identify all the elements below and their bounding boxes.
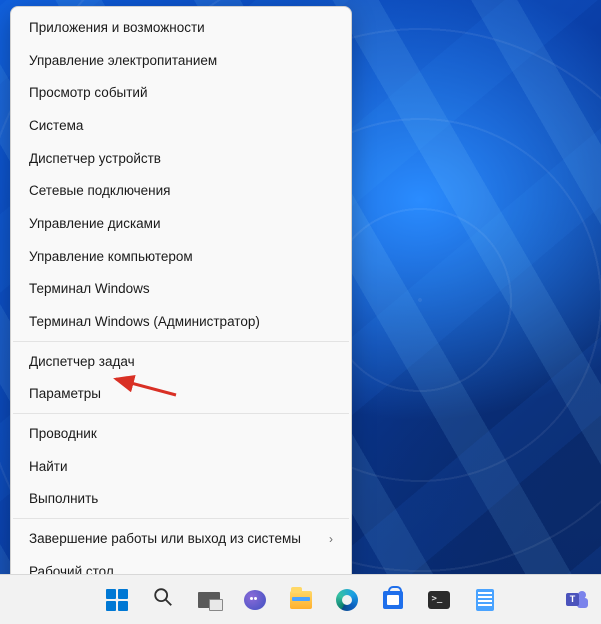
teams-icon: T — [566, 589, 588, 611]
menu-item-label: Выполнить — [29, 491, 98, 506]
menu-item-label: Просмотр событий — [29, 85, 148, 100]
menu-item-apps-features[interactable]: Приложения и возможности — [11, 11, 351, 44]
menu-item-label: Параметры — [29, 386, 101, 401]
menu-item-label: Найти — [29, 459, 68, 474]
menu-item-label: Приложения и возможности — [29, 20, 205, 35]
store-button[interactable] — [373, 580, 413, 620]
menu-separator — [13, 518, 349, 519]
menu-item-label: Диспетчер задач — [29, 354, 135, 369]
edge-button[interactable] — [327, 580, 367, 620]
microsoft-store-icon — [383, 591, 403, 609]
menu-item-label: Проводник — [29, 426, 97, 441]
windows-logo-icon — [106, 589, 128, 611]
task-view-icon — [198, 592, 220, 608]
menu-item-event-viewer[interactable]: Просмотр событий — [11, 76, 351, 109]
terminal-button[interactable] — [419, 580, 459, 620]
menu-item-disk-management[interactable]: Управление дисками — [11, 207, 351, 240]
terminal-icon — [428, 591, 450, 609]
file-explorer-icon — [290, 591, 312, 609]
notepad-button[interactable] — [465, 580, 505, 620]
menu-item-system[interactable]: Система — [11, 109, 351, 142]
edge-icon — [336, 589, 358, 611]
menu-item-label: Терминал Windows — [29, 281, 150, 296]
menu-item-computer-management[interactable]: Управление компьютером — [11, 240, 351, 273]
taskbar-center — [97, 580, 505, 620]
teams-button[interactable]: T — [557, 580, 597, 620]
menu-item-network-connections[interactable]: Сетевые подключения — [11, 174, 351, 207]
task-view-button[interactable] — [189, 580, 229, 620]
search-button[interactable] — [143, 580, 183, 620]
search-icon — [152, 586, 174, 613]
menu-item-label: Управление электропитанием — [29, 53, 217, 68]
chat-icon — [244, 590, 266, 610]
menu-item-label: Завершение работы или выход из системы — [29, 531, 301, 546]
menu-item-label: Управление компьютером — [29, 249, 193, 264]
menu-item-shutdown-signout[interactable]: Завершение работы или выход из системы › — [11, 522, 351, 555]
chevron-right-icon: › — [329, 532, 333, 546]
file-explorer-button[interactable] — [281, 580, 321, 620]
chat-button[interactable] — [235, 580, 275, 620]
menu-item-label: Система — [29, 118, 83, 133]
desktop-wallpaper: Приложения и возможности Управление элект… — [0, 0, 601, 624]
menu-item-label: Сетевые подключения — [29, 183, 171, 198]
menu-item-device-manager[interactable]: Диспетчер устройств — [11, 142, 351, 175]
menu-item-search[interactable]: Найти — [11, 450, 351, 483]
start-button[interactable] — [97, 580, 137, 620]
taskbar: T — [0, 574, 601, 624]
menu-separator — [13, 413, 349, 414]
menu-item-task-manager[interactable]: Диспетчер задач — [11, 345, 351, 378]
winx-context-menu: Приложения и возможности Управление элект… — [10, 6, 352, 593]
menu-separator — [13, 341, 349, 342]
menu-item-run[interactable]: Выполнить — [11, 483, 351, 516]
menu-item-label: Терминал Windows (Администратор) — [29, 314, 260, 329]
menu-item-terminal-admin[interactable]: Терминал Windows (Администратор) — [11, 305, 351, 338]
taskbar-right: T — [557, 580, 597, 620]
menu-item-settings[interactable]: Параметры — [11, 378, 351, 411]
menu-item-label: Диспетчер устройств — [29, 151, 161, 166]
notepad-icon — [476, 589, 494, 611]
menu-item-label: Управление дисками — [29, 216, 161, 231]
menu-item-terminal[interactable]: Терминал Windows — [11, 273, 351, 306]
menu-item-file-explorer[interactable]: Проводник — [11, 417, 351, 450]
menu-item-power-options[interactable]: Управление электропитанием — [11, 44, 351, 77]
